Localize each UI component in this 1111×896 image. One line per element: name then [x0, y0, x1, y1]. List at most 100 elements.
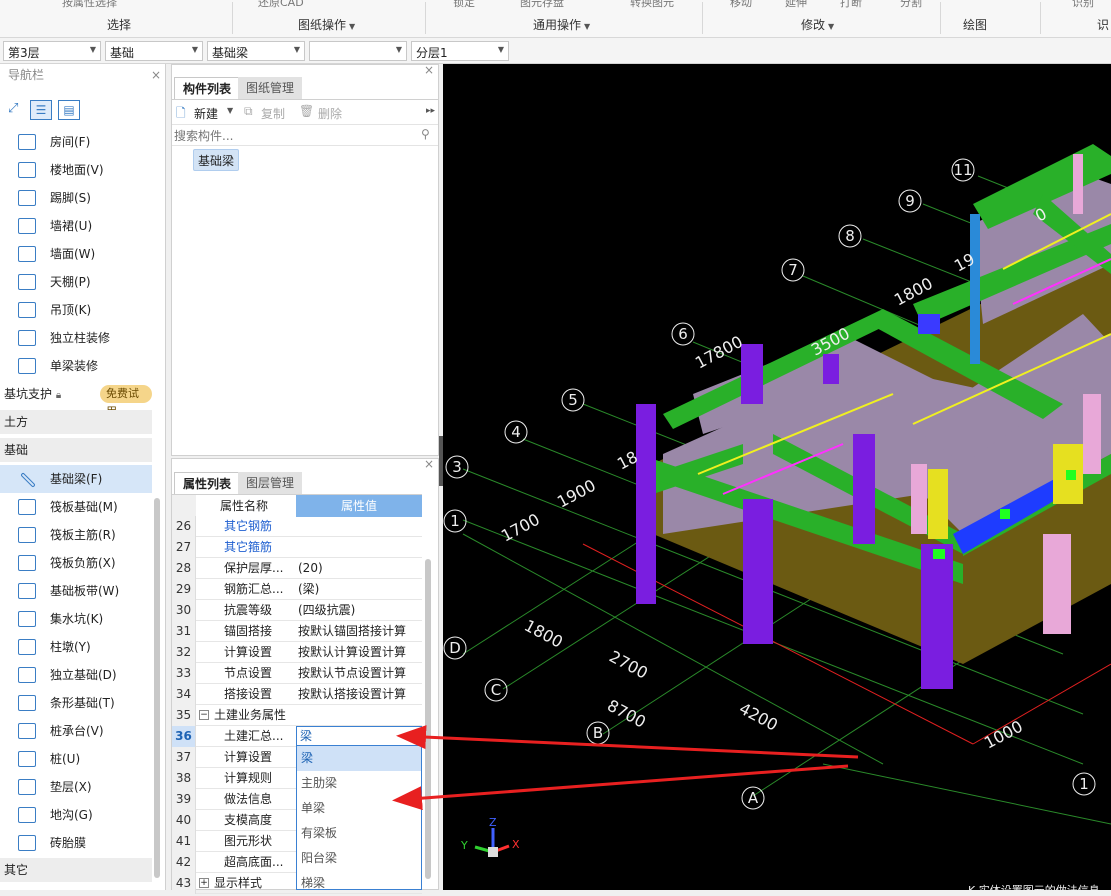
model-canvas[interactable]: 1 3 4 5 6 7 8 9 11 D C B A 1 1700 1900 1…	[443, 64, 1111, 890]
property-value[interactable]: 按默认计算设置计算	[298, 642, 406, 663]
property-row[interactable]: 28 保护层厚... (20)	[172, 558, 422, 579]
element-type-select[interactable]: 基础梁 ▼	[207, 41, 305, 61]
restore-cad-button[interactable]: 还原CAD	[258, 0, 304, 10]
nav-category-foundation[interactable]: 基础	[0, 438, 152, 462]
property-row[interactable]: 29 钢筋汇总... (梁)	[172, 579, 422, 600]
property-value[interactable]: (四级抗震)	[298, 600, 355, 621]
nav-item-raft-main-rebar[interactable]: 筏板主筋(R)	[0, 521, 152, 549]
group-general-ops[interactable]: 通用操作 ▼	[533, 16, 590, 33]
sublayer-select[interactable]: 分层1 ▼	[411, 41, 509, 61]
property-row[interactable]: 26 其它钢筋	[172, 516, 422, 537]
recognize-button[interactable]: 识别	[1072, 0, 1094, 10]
property-value[interactable]: 按默认搭接设置计算	[298, 684, 406, 705]
property-value[interactable]: 梁	[296, 726, 422, 746]
property-value[interactable]: 按默认节点设置计算	[298, 663, 406, 684]
3d-viewport[interactable]: 1 3 4 5 6 7 8 9 11 D C B A 1 1700 1900 1…	[443, 64, 1111, 890]
group-modify[interactable]: 修改 ▼	[801, 16, 834, 33]
nav-item-sump[interactable]: 集水坑(K)	[0, 605, 152, 633]
nav-item-isolated-footing[interactable]: 独立基础(D)	[0, 661, 152, 689]
component-search[interactable]: ⚲	[172, 126, 438, 146]
element-name-select[interactable]: ▼	[309, 41, 407, 61]
nav-item-dado[interactable]: 墙裙(U)	[0, 212, 152, 240]
nav-item-strip-footing[interactable]: 条形基础(T)	[0, 689, 152, 717]
property-row[interactable]: 34 搭接设置 按默认搭接设置计算	[172, 684, 422, 705]
nav-item-brick-mold[interactable]: 砖胎膜	[0, 829, 152, 857]
copy-button[interactable]: 复制	[261, 105, 285, 122]
detail-view-icon[interactable]: ▤	[58, 100, 80, 120]
collapse-icon[interactable]: −	[199, 710, 209, 720]
move-button[interactable]: 移动	[730, 0, 752, 10]
property-row[interactable]: 33 节点设置 按默认节点设置计算	[172, 663, 422, 684]
nav-item-raft-foundation[interactable]: 筏板基础(M)	[0, 493, 152, 521]
property-row[interactable]: 27 其它箍筋	[172, 537, 422, 558]
close-icon[interactable]: ×	[424, 63, 434, 77]
nav-category-earthwork[interactable]: 土方	[0, 410, 152, 434]
property-row[interactable]: 30 抗震等级 (四级抗震)	[172, 600, 422, 621]
dropdown-option[interactable]: 阳台梁	[297, 846, 421, 871]
new-button[interactable]: 新建	[194, 105, 218, 122]
property-name: 做法信息	[224, 792, 273, 806]
free-trial-badge[interactable]: 免费试用	[100, 385, 152, 418]
nav-item-foundation-strip[interactable]: 基础板带(W)	[0, 577, 152, 605]
nav-item-pile-cap[interactable]: 桩承台(V)	[0, 717, 152, 745]
nav-item-pile[interactable]: 桩(U)	[0, 745, 152, 773]
nav-item-suspended-ceiling[interactable]: 吊顶(K)	[0, 296, 152, 324]
group-drawing-ops[interactable]: 图纸操作 ▼	[298, 16, 355, 33]
close-icon[interactable]: ×	[424, 457, 434, 471]
select-by-property-button[interactable]: 按属性选择	[62, 0, 117, 10]
dropdown-option[interactable]: 主肋梁	[297, 771, 421, 796]
nav-item-room[interactable]: 房间(F)	[0, 128, 152, 156]
nav-item-column-finish[interactable]: 独立柱装修	[0, 324, 152, 352]
nav-item-column-pier[interactable]: 柱墩(Y)	[0, 633, 152, 661]
component-item[interactable]: 基础梁	[193, 149, 240, 171]
nav-item-foundation-beam[interactable]: 基础梁(F)	[0, 465, 152, 493]
nav-item-cushion[interactable]: 垫层(X)	[0, 773, 152, 801]
property-value[interactable]: (梁)	[298, 579, 319, 600]
nav-category-other[interactable]: 其它	[0, 858, 152, 882]
split-button[interactable]: 分割	[900, 0, 922, 10]
convert-element-button[interactable]: 转换图元	[630, 0, 674, 10]
nav-scrollbar[interactable]	[154, 498, 160, 878]
property-value[interactable]: 按默认锚固搭接计算	[298, 621, 406, 642]
property-row[interactable]: 32 计算设置 按默认计算设置计算	[172, 642, 422, 663]
divider	[702, 2, 703, 34]
dropdown-option[interactable]: 梯梁	[297, 871, 421, 896]
tab-component-list[interactable]: 构件列表	[174, 77, 241, 99]
nav-item-floor[interactable]: 楼地面(V)	[0, 156, 152, 184]
nav-item-wall-surface[interactable]: 墙面(W)	[0, 240, 152, 268]
nav-item-raft-negative-rebar[interactable]: 筏板负筋(X)	[0, 549, 152, 577]
chevron-down-icon[interactable]: ▼	[227, 106, 233, 115]
property-row[interactable]: 36 土建汇总... 梁	[172, 726, 422, 747]
property-row[interactable]: 35− 土建业务属性	[172, 705, 422, 726]
search-icon[interactable]: ⚲	[421, 127, 430, 141]
delete-button[interactable]: 删除	[318, 105, 342, 122]
tab-property-list[interactable]: 属性列表	[174, 472, 241, 494]
tab-drawing-management[interactable]: 图纸管理	[238, 77, 303, 99]
tab-layer-management[interactable]: 图层管理	[238, 472, 303, 494]
property-row[interactable]: 31 锚固搭接 按默认锚固搭接计算	[172, 621, 422, 642]
floor-select[interactable]: 第3层 ▼	[3, 41, 101, 61]
nav-item-trench[interactable]: 地沟(G)	[0, 801, 152, 829]
more-icon[interactable]: ▸▸	[426, 106, 435, 116]
dropdown-option[interactable]: 有梁板	[297, 821, 421, 846]
dropdown-option[interactable]: 梁	[297, 746, 421, 771]
copy-icon: ⧉	[244, 104, 253, 118]
expand-icon[interactable]: +	[199, 878, 209, 888]
lock-button[interactable]: 锁定	[453, 0, 475, 10]
nav-item-ceiling[interactable]: 天棚(P)	[0, 268, 152, 296]
nav-item-baseboard[interactable]: 踢脚(S)	[0, 184, 152, 212]
property-value[interactable]: (20)	[298, 558, 323, 579]
nav-category-pit-support[interactable]: 基坑支护 🔒︎ 免费试用	[0, 382, 152, 418]
break-button[interactable]: 打断	[840, 0, 862, 10]
nav-item-beam-finish[interactable]: 单梁装修	[0, 352, 152, 380]
close-icon[interactable]: ×	[151, 64, 161, 86]
property-name: 土建汇总...	[224, 729, 284, 743]
save-element-button[interactable]: 图元存盘	[520, 0, 564, 10]
pin-icon[interactable]: ⤢	[8, 102, 22, 116]
list-view-icon[interactable]: ☰	[30, 100, 52, 120]
search-input[interactable]	[174, 127, 414, 144]
dropdown-option[interactable]: 单梁	[297, 796, 421, 821]
category-select[interactable]: 基础 ▼	[105, 41, 203, 61]
extend-button[interactable]: 延伸	[785, 0, 807, 10]
property-scrollbar[interactable]	[425, 559, 431, 879]
